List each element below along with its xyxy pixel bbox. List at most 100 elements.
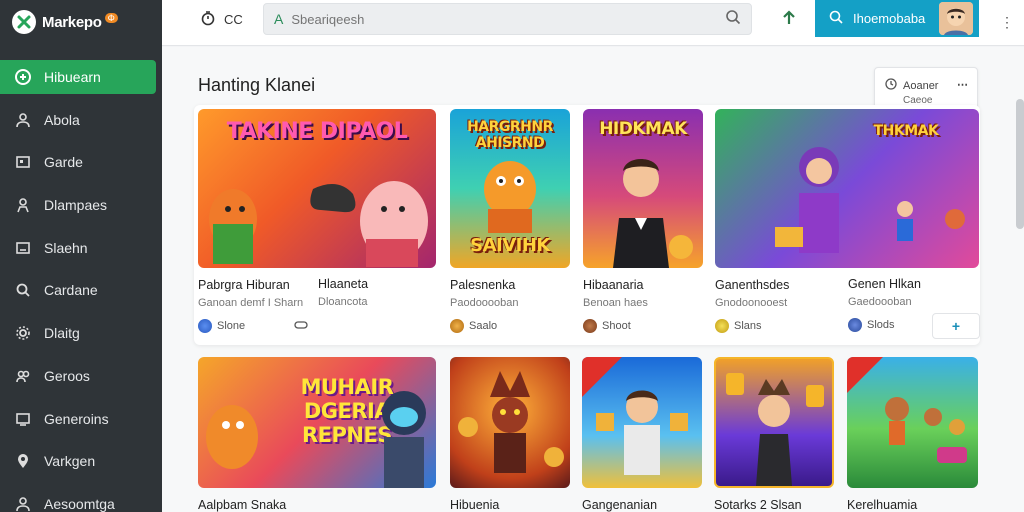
user-icon — [14, 495, 32, 512]
scrollbar[interactable] — [1016, 99, 1024, 229]
sidebar-item-label: Garde — [44, 154, 83, 171]
filter-label: Aoaner — [903, 79, 939, 92]
game-thumbnail: HARGRHNR AHISRND SAIVIHK — [450, 109, 570, 268]
game-card[interactable]: Hibuenia — [450, 357, 570, 512]
thumbnail-bottom-text: SAIVIHK — [470, 235, 550, 256]
search-icon — [14, 281, 32, 299]
gear-icon — [14, 324, 32, 342]
sidebar-item-generoins[interactable]: Generoins — [0, 402, 156, 436]
bar-chart-icon — [14, 239, 32, 257]
brand-name: Markepo — [42, 13, 102, 31]
game-title: Aalpbam Snaka — [198, 498, 287, 512]
brand[interactable]: Markepo Φ — [0, 0, 162, 44]
game-card[interactable]: HIDKMAK Hibaanaria Benoan haes Shoot — [583, 109, 703, 333]
game-meta: Slone — [198, 319, 436, 333]
meta-label: Slone — [217, 320, 246, 332]
person-icon — [14, 196, 32, 214]
user-icon — [14, 111, 32, 129]
game-card[interactable]: TAKINE DIPAOL Pabrgra Hiburan Ganoan dem… — [198, 109, 436, 333]
coin-icon — [198, 319, 212, 333]
meta-label: Saalo — [469, 320, 498, 332]
game-thumbnail — [582, 357, 702, 488]
game-thumbnail: MUHAIR DGERIA REPNES — [198, 357, 436, 488]
sidebar-nav: Hibuearn Abola Garde Dlampaes Slaehn Car… — [0, 60, 162, 512]
sidebar-item-label: Dlaitg — [44, 325, 80, 342]
meta-label: Slans — [734, 320, 762, 332]
sidebar-item-hibuearn[interactable]: Hibuearn — [0, 60, 156, 94]
game-thumbnail: THKMAK — [715, 109, 979, 268]
cta-button[interactable]: Ihoemobaba — [815, 0, 979, 37]
coin-icon — [848, 318, 862, 332]
game-subtitle: Paodooooban — [450, 297, 519, 309]
game-thumbnail: TAKINE DIPAOL — [198, 109, 436, 268]
upload-icon[interactable] — [780, 9, 798, 32]
a-letter-icon: A — [274, 11, 284, 27]
game-title: Sotarks 2 Slsan — [714, 498, 802, 512]
game-card-secondary[interactable]: Hlaaneta Dloancota — [318, 267, 368, 308]
sidebar-item-slaehn[interactable]: Slaehn — [0, 231, 156, 265]
game-title: Genen Hlkan — [848, 277, 921, 291]
sidebar-item-cardane[interactable]: Cardane — [0, 273, 156, 307]
gamepad-logo-icon — [12, 10, 36, 34]
sidebar-item-label: Abola — [44, 111, 80, 128]
coin-icon — [715, 319, 729, 333]
more-options-icon[interactable]: ⋮ — [1000, 14, 1015, 31]
sidebar: Markepo Φ Hibuearn Abola Garde Dlampaes … — [0, 0, 162, 512]
user-group-icon — [14, 367, 32, 385]
game-meta: Slods — [848, 318, 921, 332]
sidebar-item-label: Hibuearn — [44, 69, 101, 85]
controller-icon — [294, 320, 308, 333]
game-card[interactable]: Kerelhuamia — [847, 357, 978, 512]
game-title: Hlaaneta — [318, 277, 369, 291]
game-subtitle: Dloancota — [318, 296, 368, 308]
search-icon[interactable] — [725, 9, 741, 30]
game-title: Gangenanian — [582, 498, 658, 512]
main-content: Hanting Klanei Aoaner Caeoe ⋯ TAKINE DIP… — [162, 47, 1024, 512]
pin-icon — [14, 452, 32, 470]
sidebar-item-label: Aesoomtga — [44, 495, 115, 512]
clock-icon — [885, 78, 897, 93]
game-thumbnail — [847, 357, 978, 488]
sidebar-item-label: Generoins — [44, 410, 109, 427]
game-card[interactable]: Sotarks 2 Slsan — [714, 357, 834, 512]
sidebar-item-dlaitg[interactable]: Dlaitg — [0, 316, 156, 350]
avatar[interactable] — [939, 2, 973, 35]
game-subtitle: Gaedoooban — [848, 296, 912, 308]
cta-label: Ihoemobaba — [853, 11, 926, 26]
search-icon — [829, 10, 843, 27]
sidebar-item-label: Dlampaes — [44, 197, 108, 214]
top-left-label: CC — [224, 12, 243, 27]
monitor-icon — [14, 410, 32, 428]
sidebar-item-varkgen[interactable]: Varkgen — [0, 444, 156, 478]
game-card[interactable]: Gangenanian — [582, 357, 702, 512]
coin-icon — [583, 319, 597, 333]
sidebar-item-label: Geroos — [44, 367, 90, 384]
search-input[interactable] — [291, 11, 725, 27]
top-left-controls[interactable]: CC — [200, 10, 243, 29]
game-card[interactable]: MUHAIR DGERIA REPNES Aalpbam Snaka — [198, 357, 436, 512]
sidebar-item-dlampaes[interactable]: Dlampaes — [0, 188, 156, 222]
top-bar: CC A Ihoemobaba ⋮ — [162, 0, 1024, 46]
game-subtitle: Ganoan demf I Sharn — [198, 297, 304, 309]
game-title: Palesnenka — [450, 278, 516, 292]
game-card[interactable]: THKMAK Ganenthsdes Gnodoonooest Slans — [715, 109, 979, 333]
brand-badge: Φ — [104, 13, 118, 23]
gamepad-icon — [14, 68, 32, 86]
sidebar-item-label: Cardane — [44, 282, 98, 299]
add-button[interactable]: + — [932, 313, 980, 339]
sidebar-item-garde[interactable]: Garde — [0, 145, 156, 179]
more-options-icon[interactable]: ⋯ — [957, 78, 969, 91]
image-icon — [14, 153, 32, 171]
game-title: Hibaanaria — [583, 278, 644, 292]
section-title: Hanting Klanei — [198, 75, 316, 95]
game-grid-row-1: TAKINE DIPAOL Pabrgra Hiburan Ganoan dem… — [194, 105, 980, 345]
sidebar-item-abola[interactable]: Abola — [0, 103, 156, 137]
sidebar-item-aesoomtga[interactable]: Aesoomtga — [0, 487, 156, 512]
game-thumbnail — [714, 357, 834, 488]
search-bar[interactable]: A — [263, 3, 752, 35]
game-card-secondary[interactable]: Genen Hlkan Gaedoooban Slods — [848, 267, 921, 332]
game-card[interactable]: HARGRHNR AHISRND SAIVIHK Palesnenka Paod… — [450, 109, 570, 333]
game-meta: Saalo — [450, 319, 570, 333]
sidebar-item-geroos[interactable]: Geroos — [0, 359, 156, 393]
sidebar-item-label: Varkgen — [44, 453, 96, 470]
